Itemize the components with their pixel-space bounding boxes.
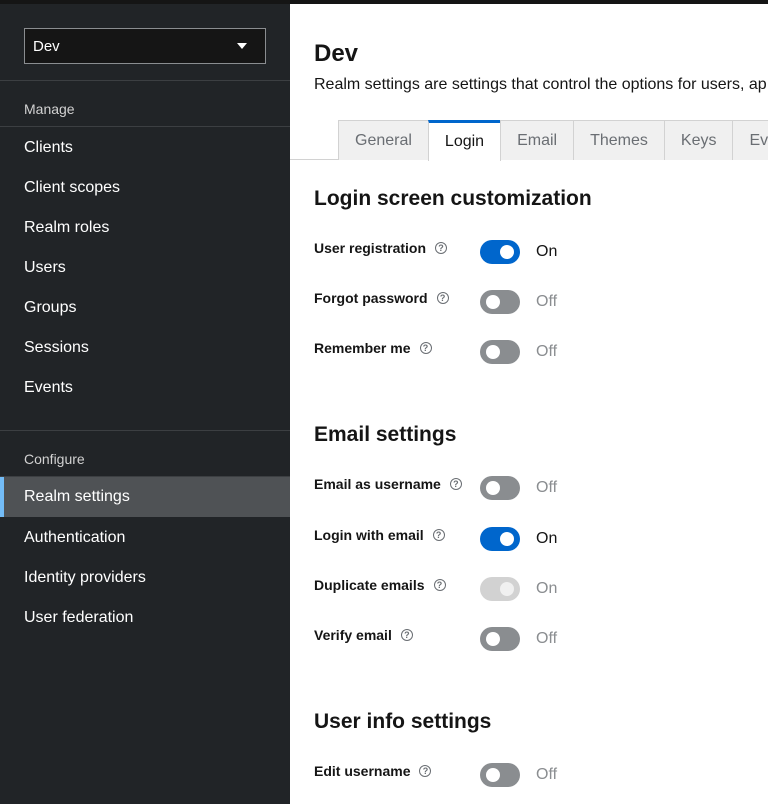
setting-label-verify-email: Verify email ? (314, 627, 413, 643)
main-content: Dev Realm settings are settings that con… (290, 4, 768, 804)
help-icon[interactable]: ? (419, 342, 432, 354)
toggle-user-registration[interactable] (480, 240, 520, 264)
nav-heading-manage: Manage (24, 101, 75, 117)
sidebar-item-realm-roles[interactable]: Realm roles (0, 208, 290, 248)
setting-label-login-with-email: Login with email ? (314, 527, 445, 543)
toggle-duplicate-emails (480, 577, 520, 601)
setting-label-user-registration: User registration ? (314, 240, 448, 256)
sidebar: Dev Manage Clients Client scopes Realm r… (0, 4, 290, 804)
help-icon[interactable]: ? (432, 529, 445, 541)
toggle-state-duplicate-emails: On (536, 580, 558, 597)
realm-selector-value: Dev (33, 37, 60, 55)
toggle-email-as-username[interactable] (480, 476, 520, 500)
caret-down-icon (237, 43, 247, 49)
tab-bar: General Login Email Themes Keys Eve (338, 120, 768, 161)
sidebar-item-realm-settings[interactable]: Realm settings (0, 477, 290, 517)
sidebar-item-groups[interactable]: Groups (0, 288, 290, 328)
setting-label-remember-me: Remember me ? (314, 340, 432, 356)
toggle-state-edit-username: Off (536, 766, 558, 783)
setting-label-text: User registration (314, 240, 427, 256)
tab-themes[interactable]: Themes (573, 120, 665, 160)
toggle-remember-me[interactable] (480, 340, 520, 364)
tab-events[interactable]: Eve (732, 120, 768, 160)
tab-login[interactable]: Login (427, 120, 502, 161)
toggle-state-remember-me: Off (536, 343, 558, 360)
help-icon[interactable]: ? (449, 478, 462, 490)
toggle-verify-email[interactable] (480, 627, 520, 651)
setting-label-edit-username: Edit username ? (314, 763, 432, 779)
sidebar-divider (0, 126, 290, 127)
toggle-state-user-registration: On (536, 243, 558, 260)
sidebar-item-authentication[interactable]: Authentication (0, 518, 290, 558)
setting-label-text: Forgot password (314, 290, 428, 306)
toggle-state-verify-email: Off (536, 630, 558, 647)
toggle-state-forgot-password: Off (536, 293, 558, 310)
help-icon[interactable]: ? (436, 292, 449, 304)
setting-label-forgot-password: Forgot password ? (314, 290, 449, 306)
sidebar-item-user-federation[interactable]: User federation (0, 598, 290, 638)
tab-general[interactable]: General (338, 120, 429, 160)
section-title-user-info-settings: User info settings (314, 710, 492, 733)
setting-label-text: Login with email (314, 527, 424, 543)
toggle-forgot-password[interactable] (480, 290, 520, 314)
sidebar-item-clients[interactable]: Clients (0, 128, 290, 168)
help-icon[interactable]: ? (435, 242, 448, 254)
setting-label-duplicate-emails: Duplicate emails ? (314, 577, 446, 593)
tab-keys[interactable]: Keys (663, 120, 734, 160)
toggle-edit-username[interactable] (480, 763, 520, 787)
toggle-login-with-email[interactable] (480, 527, 520, 551)
page-title: Dev (314, 40, 359, 67)
sidebar-item-events[interactable]: Events (0, 368, 290, 408)
section-title-login-screen: Login screen customization (314, 187, 592, 210)
setting-label-text: Remember me (314, 340, 411, 356)
help-icon[interactable]: ? (433, 579, 446, 591)
nav-heading-configure: Configure (24, 451, 85, 467)
toggle-state-email-as-username: Off (536, 479, 558, 496)
sidebar-item-sessions[interactable]: Sessions (0, 328, 290, 368)
sidebar-item-identity-providers[interactable]: Identity providers (0, 558, 290, 598)
setting-label-text: Email as username (314, 476, 441, 492)
realm-selector[interactable]: Dev (24, 28, 266, 64)
sidebar-item-users[interactable]: Users (0, 248, 290, 288)
page-description: Realm settings are settings that control… (314, 76, 767, 93)
setting-label-text: Duplicate emails (314, 577, 425, 593)
help-icon[interactable]: ? (419, 765, 432, 777)
sidebar-item-client-scopes[interactable]: Client scopes (0, 168, 290, 208)
help-icon[interactable]: ? (400, 629, 413, 641)
sidebar-divider (0, 430, 290, 431)
setting-label-email-as-username: Email as username ? (314, 476, 462, 492)
section-title-email-settings: Email settings (314, 423, 457, 446)
tab-email[interactable]: Email (500, 120, 575, 160)
setting-label-text: Verify email (314, 627, 392, 643)
setting-label-text: Edit username (314, 763, 411, 779)
toggle-state-login-with-email: On (536, 530, 558, 547)
sidebar-divider (0, 80, 290, 81)
